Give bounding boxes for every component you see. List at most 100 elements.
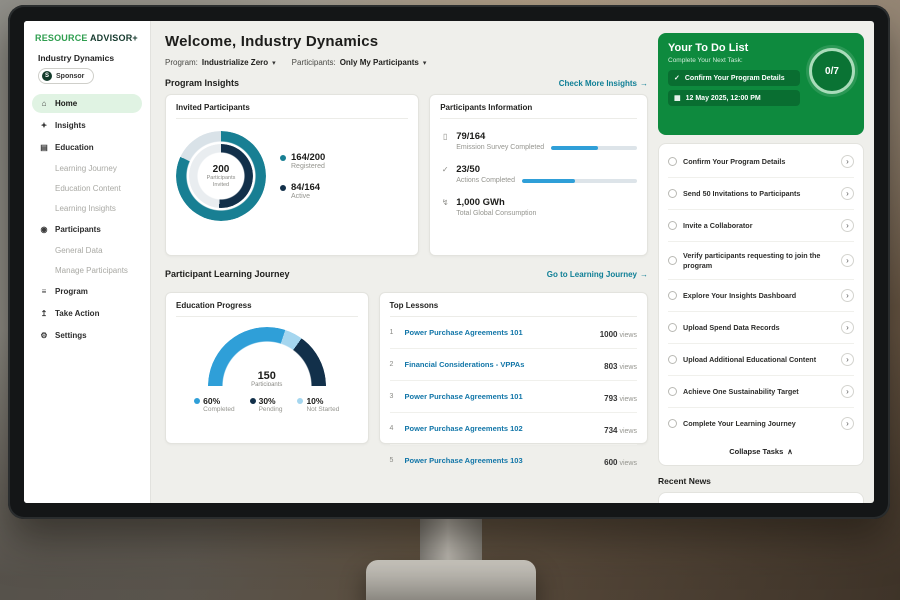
program-insights-header: Program Insights Check More Insights → — [165, 78, 648, 88]
card-title: Participants Information — [440, 103, 637, 119]
lesson-views: 1000 — [600, 330, 618, 339]
sidebar-item-education-content[interactable]: Education Content — [32, 180, 142, 197]
chevron-right-icon[interactable]: › — [841, 155, 854, 168]
task-checkbox[interactable] — [668, 189, 677, 198]
sidebar-item-label: Program — [55, 287, 88, 296]
task-row-upload-educational-content[interactable]: Upload Additional Educational Content › — [668, 344, 854, 376]
task-label: Upload Additional Educational Content — [683, 355, 835, 365]
sponsor-badge-label: Sponsor — [56, 73, 84, 80]
lesson-views: 793 — [604, 394, 617, 403]
task-row-send-invitations[interactable]: Send 50 Invitations to Participants › — [668, 178, 854, 210]
task-checkbox[interactable] — [668, 387, 677, 396]
card-title: Invited Participants — [176, 103, 408, 119]
task-label: Upload Spend Data Records — [683, 323, 835, 333]
task-row-verify-participants[interactable]: Verify participants requesting to join t… — [668, 242, 854, 280]
sidebar-item-general-data[interactable]: General Data — [32, 242, 142, 259]
sidebar-item-manage-participants[interactable]: Manage Participants — [32, 262, 142, 279]
task-checkbox[interactable] — [668, 221, 677, 230]
sidebar-item-education[interactable]: ▤ Education — [32, 138, 142, 157]
sidebar-item-home[interactable]: ⌂ Home — [32, 94, 142, 113]
lesson-row[interactable]: 3 Power Purchase Agreements 101 793views — [390, 381, 638, 413]
chevron-right-icon[interactable]: › — [841, 254, 854, 267]
chevron-right-icon[interactable]: › — [841, 289, 854, 302]
legend-item-pending: 30% Pending — [250, 396, 283, 413]
calendar-icon: ▦ — [674, 94, 681, 102]
sponsor-badge[interactable]: S Sponsor — [38, 68, 94, 84]
task-row-confirm-program[interactable]: Confirm Your Program Details › — [668, 146, 854, 178]
lesson-row[interactable]: 5 Power Purchase Agreements 103 600views — [390, 445, 638, 476]
sidebar-item-settings[interactable]: ⚙ Settings — [32, 326, 142, 345]
sidebar-item-program[interactable]: ≡ Program — [32, 282, 142, 301]
program-filter-dropdown[interactable]: Program: Industrialize Zero ▾ — [165, 58, 276, 67]
lesson-row[interactable]: 2 Financial Considerations - VPPAs 803vi… — [390, 349, 638, 381]
task-row-complete-learning-journey[interactable]: Complete Your Learning Journey › — [668, 408, 854, 439]
task-checkbox[interactable] — [668, 291, 677, 300]
sponsor-icon: S — [42, 71, 52, 81]
education-icon: ▤ — [39, 143, 49, 152]
learning-journey-header: Participant Learning Journey Go to Learn… — [165, 269, 648, 279]
program-insights-cards: Invited Participants 200 Participants In… — [165, 94, 648, 256]
task-checkbox[interactable] — [668, 419, 677, 428]
lesson-title-link[interactable]: Power Purchase Agreements 103 — [405, 456, 598, 465]
lesson-rank: 2 — [390, 361, 398, 368]
legend-value: 10% — [306, 396, 323, 406]
collapse-label: Collapse Tasks — [729, 447, 783, 456]
program-icon: ≡ — [39, 287, 49, 296]
card-title: Top Lessons — [390, 301, 638, 317]
take-action-icon: ↥ — [39, 309, 49, 318]
sidebar-item-participants[interactable]: ◉ Participants — [32, 220, 142, 239]
task-label: Verify participants requesting to join t… — [683, 251, 835, 270]
participants-filter-value: Only My Participants — [340, 58, 419, 67]
task-checkbox[interactable] — [668, 157, 677, 166]
task-row-invite-collaborator[interactable]: Invite a Collaborator › — [668, 210, 854, 242]
collapse-tasks-button[interactable]: Collapse Tasks ∧ — [668, 439, 854, 465]
sidebar-item-take-action[interactable]: ↥ Take Action — [32, 304, 142, 323]
chevron-right-icon[interactable]: › — [841, 385, 854, 398]
chevron-right-icon[interactable]: › — [841, 187, 854, 200]
lesson-title-link[interactable]: Power Purchase Agreements 101 — [405, 328, 593, 337]
check-more-insights-link[interactable]: Check More Insights → — [559, 79, 648, 88]
lesson-title-link[interactable]: Financial Considerations - VPPAs — [405, 360, 598, 369]
stat-value: 23/50 — [456, 164, 637, 175]
task-row-upload-spend-data[interactable]: Upload Spend Data Records › — [668, 312, 854, 344]
progress-fill — [522, 179, 575, 183]
chevron-right-icon[interactable]: › — [841, 417, 854, 430]
lesson-row[interactable]: 1 Power Purchase Agreements 101 1000view… — [390, 317, 638, 349]
task-row-achieve-target[interactable]: Achieve One Sustainability Target › — [668, 376, 854, 408]
next-task-row[interactable]: ✓ Confirm Your Program Details — [668, 70, 800, 86]
sidebar-item-insights[interactable]: ✦ Insights — [32, 116, 142, 135]
section-title: Participant Learning Journey — [165, 269, 290, 279]
lesson-rank: 1 — [390, 329, 398, 336]
participants-filter-dropdown[interactable]: Participants: Only My Participants ▾ — [292, 58, 427, 67]
gauge-center-label: 150 Participants — [208, 370, 326, 386]
legend-item-active: 84/164 Active — [280, 182, 325, 200]
task-checkbox[interactable] — [668, 323, 677, 332]
task-row-explore-insights[interactable]: Explore Your Insights Dashboard › — [668, 280, 854, 312]
task-checkbox[interactable] — [668, 355, 677, 364]
sidebar-nav: ⌂ Home ✦ Insights ▤ Education Learning J… — [32, 94, 142, 345]
progress-fill — [551, 146, 598, 150]
legend-label: Active — [291, 193, 320, 200]
task-checkbox[interactable] — [668, 256, 677, 265]
clipboard-icon: ▯ — [440, 132, 450, 151]
sidebar-item-learning-journey[interactable]: Learning Journey — [32, 160, 142, 177]
participants-information-card: Participants Information ▯ 79/164 Emissi… — [429, 94, 648, 256]
lesson-title-link[interactable]: Power Purchase Agreements 101 — [405, 392, 598, 401]
legend-label: Not Started — [306, 406, 339, 413]
chevron-right-icon[interactable]: › — [841, 321, 854, 334]
chevron-right-icon[interactable]: › — [841, 353, 854, 366]
sidebar: RESOURCE ADVISOR+ Industry Dynamics S Sp… — [24, 21, 151, 503]
chevron-down-icon: ▾ — [423, 59, 427, 67]
lesson-row[interactable]: 4 Power Purchase Agreements 102 734views — [390, 413, 638, 445]
chevron-right-icon[interactable]: › — [841, 219, 854, 232]
legend-label: Completed — [203, 406, 234, 413]
go-to-learning-journey-link[interactable]: Go to Learning Journey → — [547, 270, 648, 279]
lesson-title-link[interactable]: Power Purchase Agreements 102 — [405, 424, 598, 433]
program-filter-value: Industrialize Zero — [202, 58, 268, 67]
sidebar-item-label: Participants — [55, 225, 101, 234]
gauge-center-value: 150 — [208, 370, 326, 382]
sidebar-item-label: Learning Journey — [55, 164, 117, 173]
sidebar-item-learning-insights[interactable]: Learning Insights — [32, 200, 142, 217]
sidebar-item-label: Education — [55, 143, 94, 152]
stat-global-consumption: ↯ 1,000 GWh Total Global Consumption — [440, 197, 637, 217]
